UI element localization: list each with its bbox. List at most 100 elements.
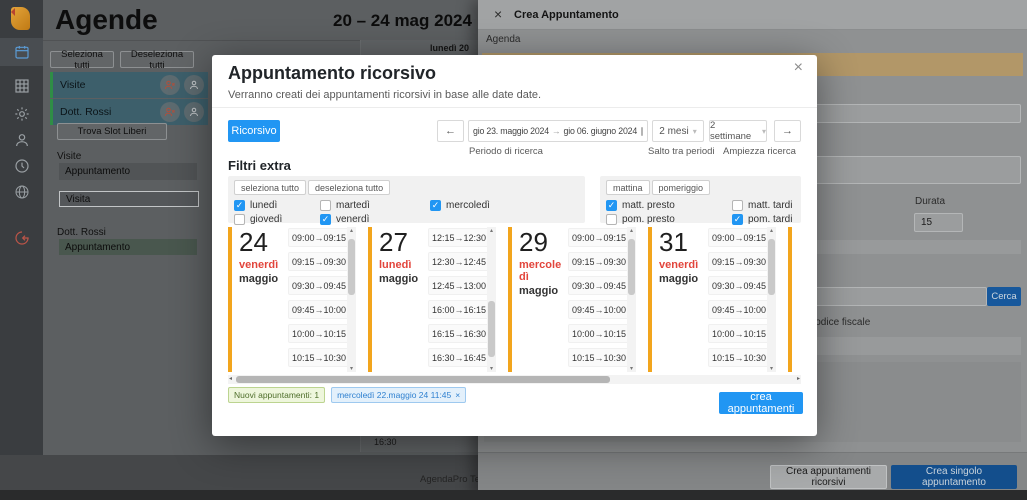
checkbox-matt-tardi[interactable]: matt. tardi: [732, 199, 790, 212]
pomeriggio-button[interactable]: pomeriggio: [652, 180, 711, 195]
time-slot[interactable]: 10:15→10:30: [288, 348, 350, 367]
checkbox-box[interactable]: [606, 200, 617, 211]
create-recursive-appointments-button[interactable]: Crea appuntamenti ricorsivi: [770, 465, 887, 489]
vertical-scrollbar[interactable]: ▴▾: [487, 227, 496, 372]
time-slot[interactable]: 10:00→10:15: [288, 324, 350, 343]
agenda-row-rossi[interactable]: Dott. Rossi: [50, 99, 208, 125]
recursive-toggle-button[interactable]: Ricorsivo: [228, 120, 280, 142]
time-slot[interactable]: 16:00→16:15: [428, 300, 490, 319]
checkbox-marted[interactable]: martedì: [320, 199, 430, 212]
time-slot[interactable]: 09:30→09:45: [568, 276, 630, 295]
globe-icon[interactable]: [0, 178, 43, 206]
seleziona-tutto-button[interactable]: seleziona tutto: [234, 180, 306, 195]
scrollbar-thumb[interactable]: [768, 239, 775, 295]
person-remove-icon[interactable]: [160, 75, 180, 95]
agenda-row-visite[interactable]: Visite: [50, 72, 208, 98]
time-slot[interactable]: 09:00→09:15: [708, 228, 770, 247]
checkbox-box[interactable]: [430, 200, 441, 211]
select-all-button[interactable]: Seleziona tutti: [50, 51, 114, 68]
scrollbar-thumb[interactable]: [488, 301, 495, 357]
checkbox-box[interactable]: [732, 214, 743, 225]
scrollbar-thumb[interactable]: [348, 239, 355, 295]
checkbox-mercoled[interactable]: mercoledì: [430, 199, 558, 212]
ampiezza-select[interactable]: 2 settimane ▾: [709, 120, 767, 142]
checkbox-matt-presto[interactable]: matt. presto: [606, 199, 732, 212]
rossi-type-select[interactable]: Appuntamento: [59, 239, 197, 255]
time-slot[interactable]: 09:30→09:45: [708, 276, 770, 295]
user-icon[interactable]: [0, 126, 43, 154]
checkbox-box[interactable]: [234, 214, 245, 225]
vertical-scrollbar[interactable]: ▴▾: [347, 227, 356, 372]
vertical-scrollbar[interactable]: ▴▾: [627, 227, 636, 372]
time-slot[interactable]: 09:15→09:30: [568, 252, 630, 271]
person-remove-icon[interactable]: [160, 102, 180, 122]
selected-appointment-badge[interactable]: mercoledì 22.maggio 24 11:45 ×: [331, 387, 466, 403]
logout-icon[interactable]: [0, 224, 43, 252]
scrollbar-thumb[interactable]: [236, 376, 610, 383]
checkbox-box[interactable]: [732, 200, 743, 211]
time-slot[interactable]: 12:30→12:45: [428, 252, 490, 271]
time-slot[interactable]: 10:00→10:15: [568, 324, 630, 343]
salto-select[interactable]: 2 mesi ▾: [652, 120, 704, 142]
durata-input[interactable]: [914, 213, 963, 232]
time-slot[interactable]: 09:00→09:15: [568, 228, 630, 247]
visite-type-select[interactable]: Appuntamento: [59, 163, 197, 180]
time-slot[interactable]: 09:45→10:00: [568, 300, 630, 319]
time-slot[interactable]: 09:45→10:00: [708, 300, 770, 319]
scroll-down-icon[interactable]: ▾: [627, 365, 636, 372]
scroll-up-icon[interactable]: ▴: [627, 227, 636, 234]
gear-icon[interactable]: [0, 100, 43, 128]
checkbox-box[interactable]: [320, 214, 331, 225]
time-slot[interactable]: 12:15→12:30: [428, 228, 490, 247]
person-icon[interactable]: [184, 102, 204, 122]
time-slot[interactable]: 09:15→09:30: [288, 252, 350, 271]
deselect-all-button[interactable]: Deseleziona tutti: [120, 51, 194, 68]
checkbox-box[interactable]: [234, 200, 245, 211]
visita-search-input[interactable]: [59, 191, 199, 207]
time-slot[interactable]: 10:15→10:30: [708, 348, 770, 367]
deseleziona-tutto-button[interactable]: deseleziona tutto: [308, 180, 390, 195]
scrollbar-thumb[interactable]: [628, 239, 635, 295]
scroll-down-icon[interactable]: ▾: [347, 365, 356, 372]
checkbox-pom-presto[interactable]: pom. presto: [606, 213, 732, 226]
clock-icon[interactable]: [0, 152, 43, 180]
time-slot[interactable]: 16:30→16:45: [428, 348, 490, 367]
checkbox-box[interactable]: [606, 214, 617, 225]
checkbox-luned[interactable]: lunedì: [234, 199, 320, 212]
scroll-left-icon[interactable]: ◂: [229, 375, 232, 384]
scroll-down-icon[interactable]: ▾: [767, 365, 776, 372]
mattina-button[interactable]: mattina: [606, 180, 650, 195]
close-icon[interactable]: ×: [494, 6, 502, 22]
scroll-up-icon[interactable]: ▴: [487, 227, 496, 234]
badge-dismiss-icon[interactable]: ×: [455, 390, 460, 400]
create-single-appointment-button[interactable]: Crea singolo appuntamento: [891, 465, 1017, 489]
header-date-range[interactable]: 20 – 24 mag 2024: [333, 11, 472, 31]
checkbox-gioved[interactable]: giovedì: [234, 213, 320, 226]
next-period-button[interactable]: →: [774, 120, 801, 142]
horizontal-scrollbar[interactable]: ◂ ▸: [228, 375, 801, 384]
previous-period-button[interactable]: ←: [437, 120, 464, 142]
scroll-up-icon[interactable]: ▴: [347, 227, 356, 234]
scroll-up-icon[interactable]: ▴: [767, 227, 776, 234]
create-appointments-button[interactable]: crea appuntamenti: [719, 392, 803, 414]
checkbox-box[interactable]: [320, 200, 331, 211]
time-slot[interactable]: 10:15→10:30: [568, 348, 630, 367]
time-slot[interactable]: 09:00→09:15: [288, 228, 350, 247]
checkbox-pom-tardi[interactable]: pom. tardi: [732, 213, 790, 226]
scroll-down-icon[interactable]: ▾: [487, 365, 496, 372]
close-icon[interactable]: ×: [794, 59, 803, 77]
scroll-right-icon[interactable]: ▸: [797, 375, 800, 384]
time-slot[interactable]: 12:45→13:00: [428, 276, 490, 295]
grid-icon[interactable]: [0, 72, 43, 100]
time-slot[interactable]: 16:15→16:30: [428, 324, 490, 343]
checkbox-venerd[interactable]: venerdì: [320, 213, 430, 226]
calendar-icon[interactable]: [0, 38, 43, 66]
time-slot[interactable]: 09:45→10:00: [288, 300, 350, 319]
time-slot[interactable]: 09:30→09:45: [288, 276, 350, 295]
person-icon[interactable]: [184, 75, 204, 95]
period-range-input[interactable]: gio 23. maggio 2024 → gio 06. giugno 202…: [468, 120, 648, 142]
time-slot[interactable]: 09:15→09:30: [708, 252, 770, 271]
vertical-scrollbar[interactable]: ▴▾: [767, 227, 776, 372]
find-free-slots-button[interactable]: Trova Slot Liberi: [57, 123, 167, 140]
time-slot[interactable]: 10:00→10:15: [708, 324, 770, 343]
